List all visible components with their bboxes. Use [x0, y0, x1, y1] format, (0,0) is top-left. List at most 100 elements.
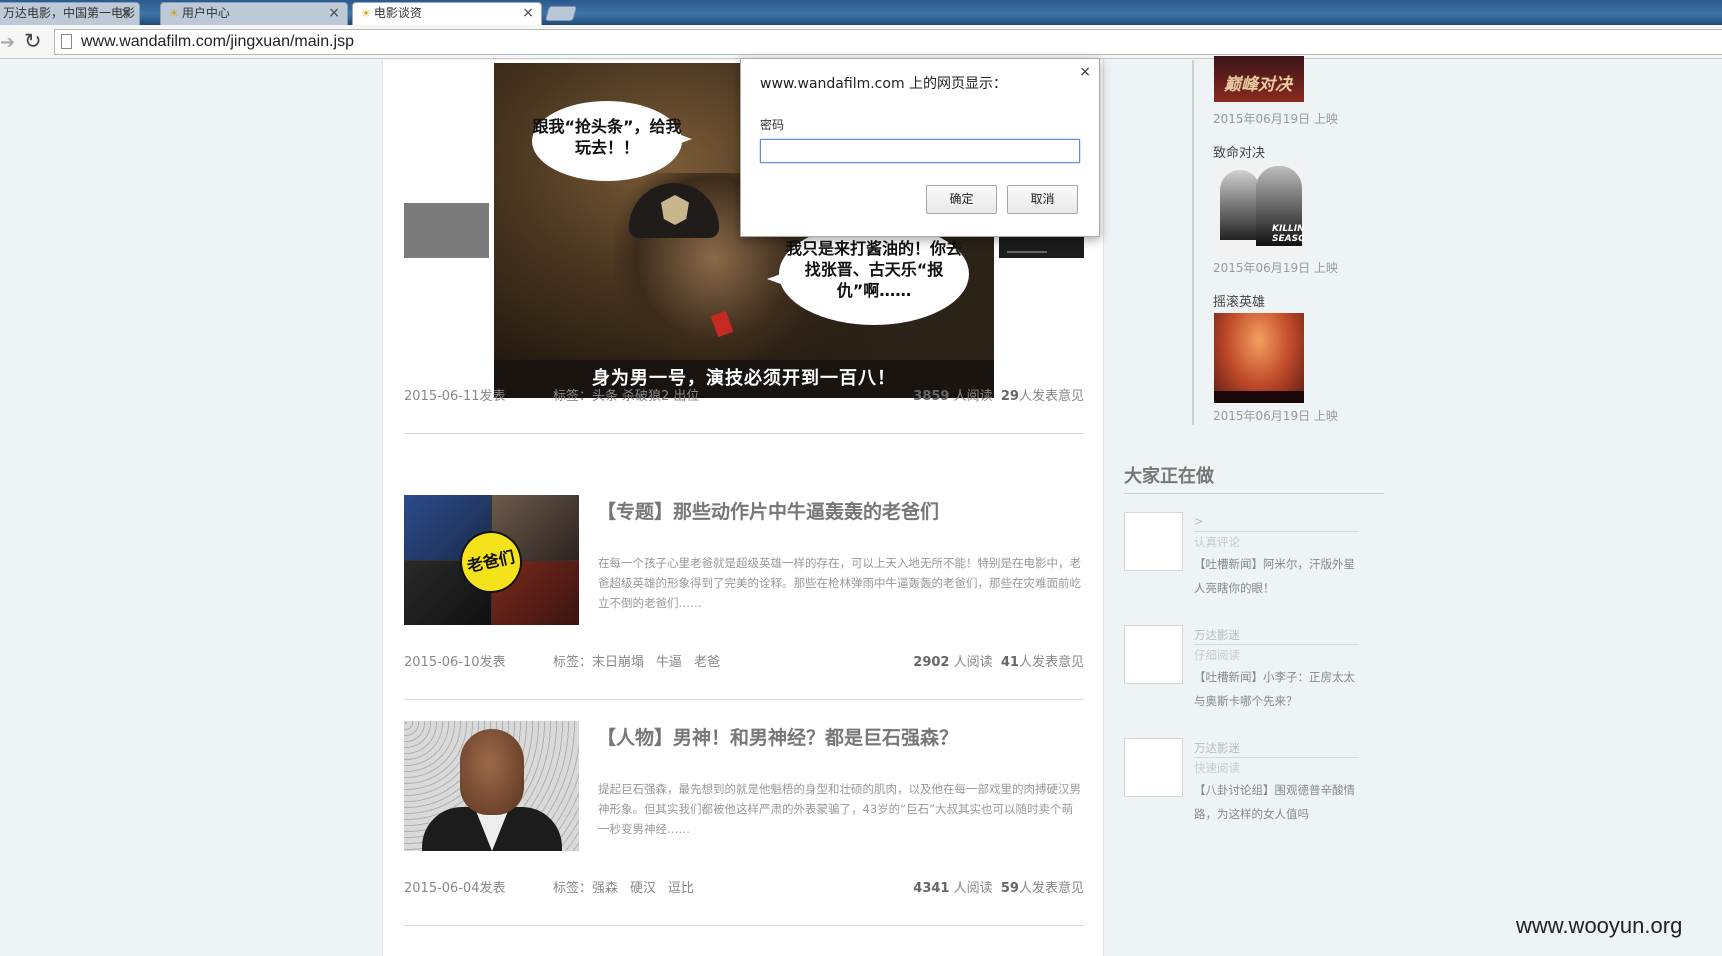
tab-user-center[interactable]: ☀ 用户中心 × [160, 2, 348, 25]
tab-label: 万达电影，中国第一电影 [3, 6, 136, 20]
poster-title: KILLING SEASON [1272, 224, 1304, 244]
view-count: 3859 [913, 389, 950, 404]
activity-link[interactable]: 【吐槽新闻】小李子：正房太太与奥斯卡哪个先来？ [1194, 665, 1359, 713]
page-icon [61, 34, 72, 49]
address-bar[interactable]: www.wandafilm.com/jingxuan/main.jsp [54, 29, 1722, 55]
tag-link[interactable]: 牛逼 [656, 655, 682, 670]
movie-title[interactable]: 致命对决 [1213, 142, 1265, 161]
comment-count: 41 [1000, 655, 1019, 670]
activity-action: 认真评论 [1194, 535, 1240, 549]
tag-link[interactable]: 老爸 [694, 655, 720, 670]
new-tab-button[interactable] [544, 6, 578, 21]
activity-item: 万达影迷 仔细阅读 【吐槽新闻】小李子：正房太太与奥斯卡哪个先来？ [1194, 627, 1359, 713]
password-input[interactable] [760, 139, 1080, 163]
slider-next-thumbnail[interactable] [999, 235, 1084, 258]
tags-label: 标签： [553, 881, 593, 896]
tag-link[interactable]: 逗比 [668, 881, 694, 896]
timeline-line [1192, 60, 1194, 425]
speech-bubble-left: 跟我“抢头条”，给我玩去！！ [532, 101, 692, 181]
tab-movie-talk[interactable]: ☀ 电影谈资 × [352, 2, 542, 25]
article-tags: 标签：强森 硬汉 逗比 [553, 877, 706, 896]
article-stats: 4341 人阅读 59人发表意见 [913, 877, 1084, 896]
tab-close-icon[interactable]: × [328, 3, 340, 24]
comment-suffix[interactable]: 人发表意见 [1019, 389, 1084, 404]
movie-title[interactable]: 摇滚英雄 [1213, 291, 1265, 310]
tab-label: 用户中心 [181, 6, 230, 20]
tab-label: 电影谈资 [373, 6, 422, 20]
speech-bubble-right: 我只是来打酱油的！你去找张晋、古天乐“报仇”啊…… [767, 223, 969, 325]
activity-action: 仔细阅读 [1194, 648, 1240, 662]
article-summary: 提起巨石强森，最先想到的就是他魁梧的身型和壮硕的肌肉，以及他在每一部戏里的肉搏硬… [598, 782, 1081, 836]
view-suffix: 人阅读 [953, 655, 993, 670]
tag-link[interactable]: 出位 [673, 389, 699, 404]
ok-button[interactable]: 确定 [926, 185, 997, 214]
article-title[interactable]: 【专题】那些动作片中牛逼轰轰的老爸们 [597, 497, 939, 524]
password-label: 密码 [760, 118, 785, 132]
article-stats: 2902 人阅读 41人发表意见 [913, 651, 1084, 670]
forward-arrow-icon[interactable]: ➔ [0, 32, 15, 53]
wanda-favicon-icon: ☀ [169, 7, 179, 20]
article-tags: 标签：头条 杀破狼2 出位 [553, 385, 711, 404]
slider-prev-thumbnail[interactable] [404, 203, 489, 258]
article-date: 2015-06-11发表 [404, 389, 506, 404]
article-tags: 标签：末日崩塌 牛逼 老爸 [553, 651, 732, 670]
article-meta: 2015-06-04发表 标签：强森 硬汉 逗比 4341 人阅读 59人发表意见 [404, 877, 1084, 897]
avatar[interactable] [1124, 738, 1183, 797]
thumb-portrait [460, 729, 524, 815]
tab-close-icon[interactable]: × [120, 3, 132, 24]
article-divider [404, 925, 1084, 926]
activity-link[interactable]: 【吐槽新闻】阿米尔，汗版外星人亮瞎你的眼！ [1194, 552, 1359, 600]
comment-suffix[interactable]: 人发表意见 [1019, 881, 1084, 896]
article-thumbnail[interactable] [404, 721, 579, 851]
article-stats: 3859 人阅读 29人发表意见 [913, 385, 1084, 404]
movie-poster[interactable] [1214, 313, 1304, 403]
article-date: 2015-06-04发表 [404, 881, 506, 896]
release-date: 2015年06月19日 上映 [1213, 261, 1338, 275]
article-title[interactable]: 【人物】男神！和男神经？都是巨石强森？ [597, 723, 958, 750]
avatar[interactable] [1124, 625, 1183, 684]
article-summary: 在每一个孩子心里老爸就是超级英雄一样的存在，可以上天入地无所不能！特别是在电影中… [598, 556, 1081, 610]
article-meta: 2015-06-11发表 标签：头条 杀破狼2 出位 3859 人阅读 29人发表意… [404, 385, 1084, 405]
tag-link[interactable]: 末日崩塌 [592, 655, 644, 670]
movie-poster[interactable]: KILLING SEASON [1214, 164, 1304, 254]
comment-count: 29 [1000, 389, 1019, 404]
article-meta: 2015-06-10发表 标签：末日崩塌 牛逼 老爸 2902 人阅读 41人发表意… [404, 651, 1084, 671]
view-suffix: 人阅读 [953, 389, 993, 404]
activity-item: > 认真评论 【吐槽新闻】阿米尔，汗版外星人亮瞎你的眼！ [1194, 514, 1359, 600]
view-count: 4341 [913, 881, 950, 896]
movie-poster[interactable]: 巅峰对决 [1214, 56, 1304, 102]
tag-link[interactable]: 强森 [592, 881, 618, 896]
activity-link[interactable]: 【八卦讨论组】围观德普辛酸情路，为这样的女人值吗 [1194, 778, 1359, 826]
tag-link[interactable]: 硬汉 [630, 881, 656, 896]
release-date: 2015年06月19日 上映 [1213, 112, 1338, 126]
article-date: 2015-06-10发表 [404, 655, 506, 670]
tags-label: 标签： [553, 389, 593, 404]
close-icon[interactable]: × [1079, 64, 1091, 80]
tag-link[interactable]: 头条 [592, 389, 618, 404]
article-divider [404, 699, 1084, 700]
comment-suffix[interactable]: 人发表意见 [1019, 655, 1084, 670]
tags-label: 标签： [553, 655, 593, 670]
activity-item: 万达影迷 快速阅读 【八卦讨论组】围观德普辛酸情路，为这样的女人值吗 [1194, 740, 1359, 826]
tag-link[interactable]: 杀破狼2 [622, 389, 669, 404]
address-url[interactable]: www.wandafilm.com/jingxuan/main.jsp [81, 33, 354, 51]
avatar[interactable] [1124, 512, 1183, 571]
activity-user[interactable]: 万达影迷 [1194, 740, 1359, 758]
activity-user[interactable]: 万达影迷 [1194, 627, 1359, 645]
activity-user[interactable]: > [1194, 514, 1359, 532]
tab-close-icon[interactable]: × [522, 3, 534, 24]
activity-action: 快速阅读 [1194, 761, 1240, 775]
dialog-title: www.wandafilm.com 上的网页显示： [760, 76, 1008, 92]
reload-icon[interactable]: ↻ [24, 29, 42, 53]
activity-section-title: 大家正在做 [1124, 462, 1384, 494]
article-thumbnail[interactable]: 老爸们 [404, 495, 579, 625]
poster-figure [1220, 170, 1260, 240]
cancel-button[interactable]: 取消 [1007, 185, 1078, 214]
browser-tab-strip: 万达电影，中国第一电影 × ☀ 用户中心 × ☀ 电影谈资 × [0, 0, 1722, 25]
poster-title: 巅峰对决 [1224, 75, 1292, 95]
wanda-favicon-icon: ☀ [361, 7, 371, 20]
article-divider [404, 433, 1084, 434]
release-date: 2015年06月19日 上映 [1213, 409, 1338, 423]
tab-wandafilm-home[interactable]: 万达电影，中国第一电影 × [0, 2, 140, 25]
watermark: www.wooyun.org [1516, 913, 1683, 938]
